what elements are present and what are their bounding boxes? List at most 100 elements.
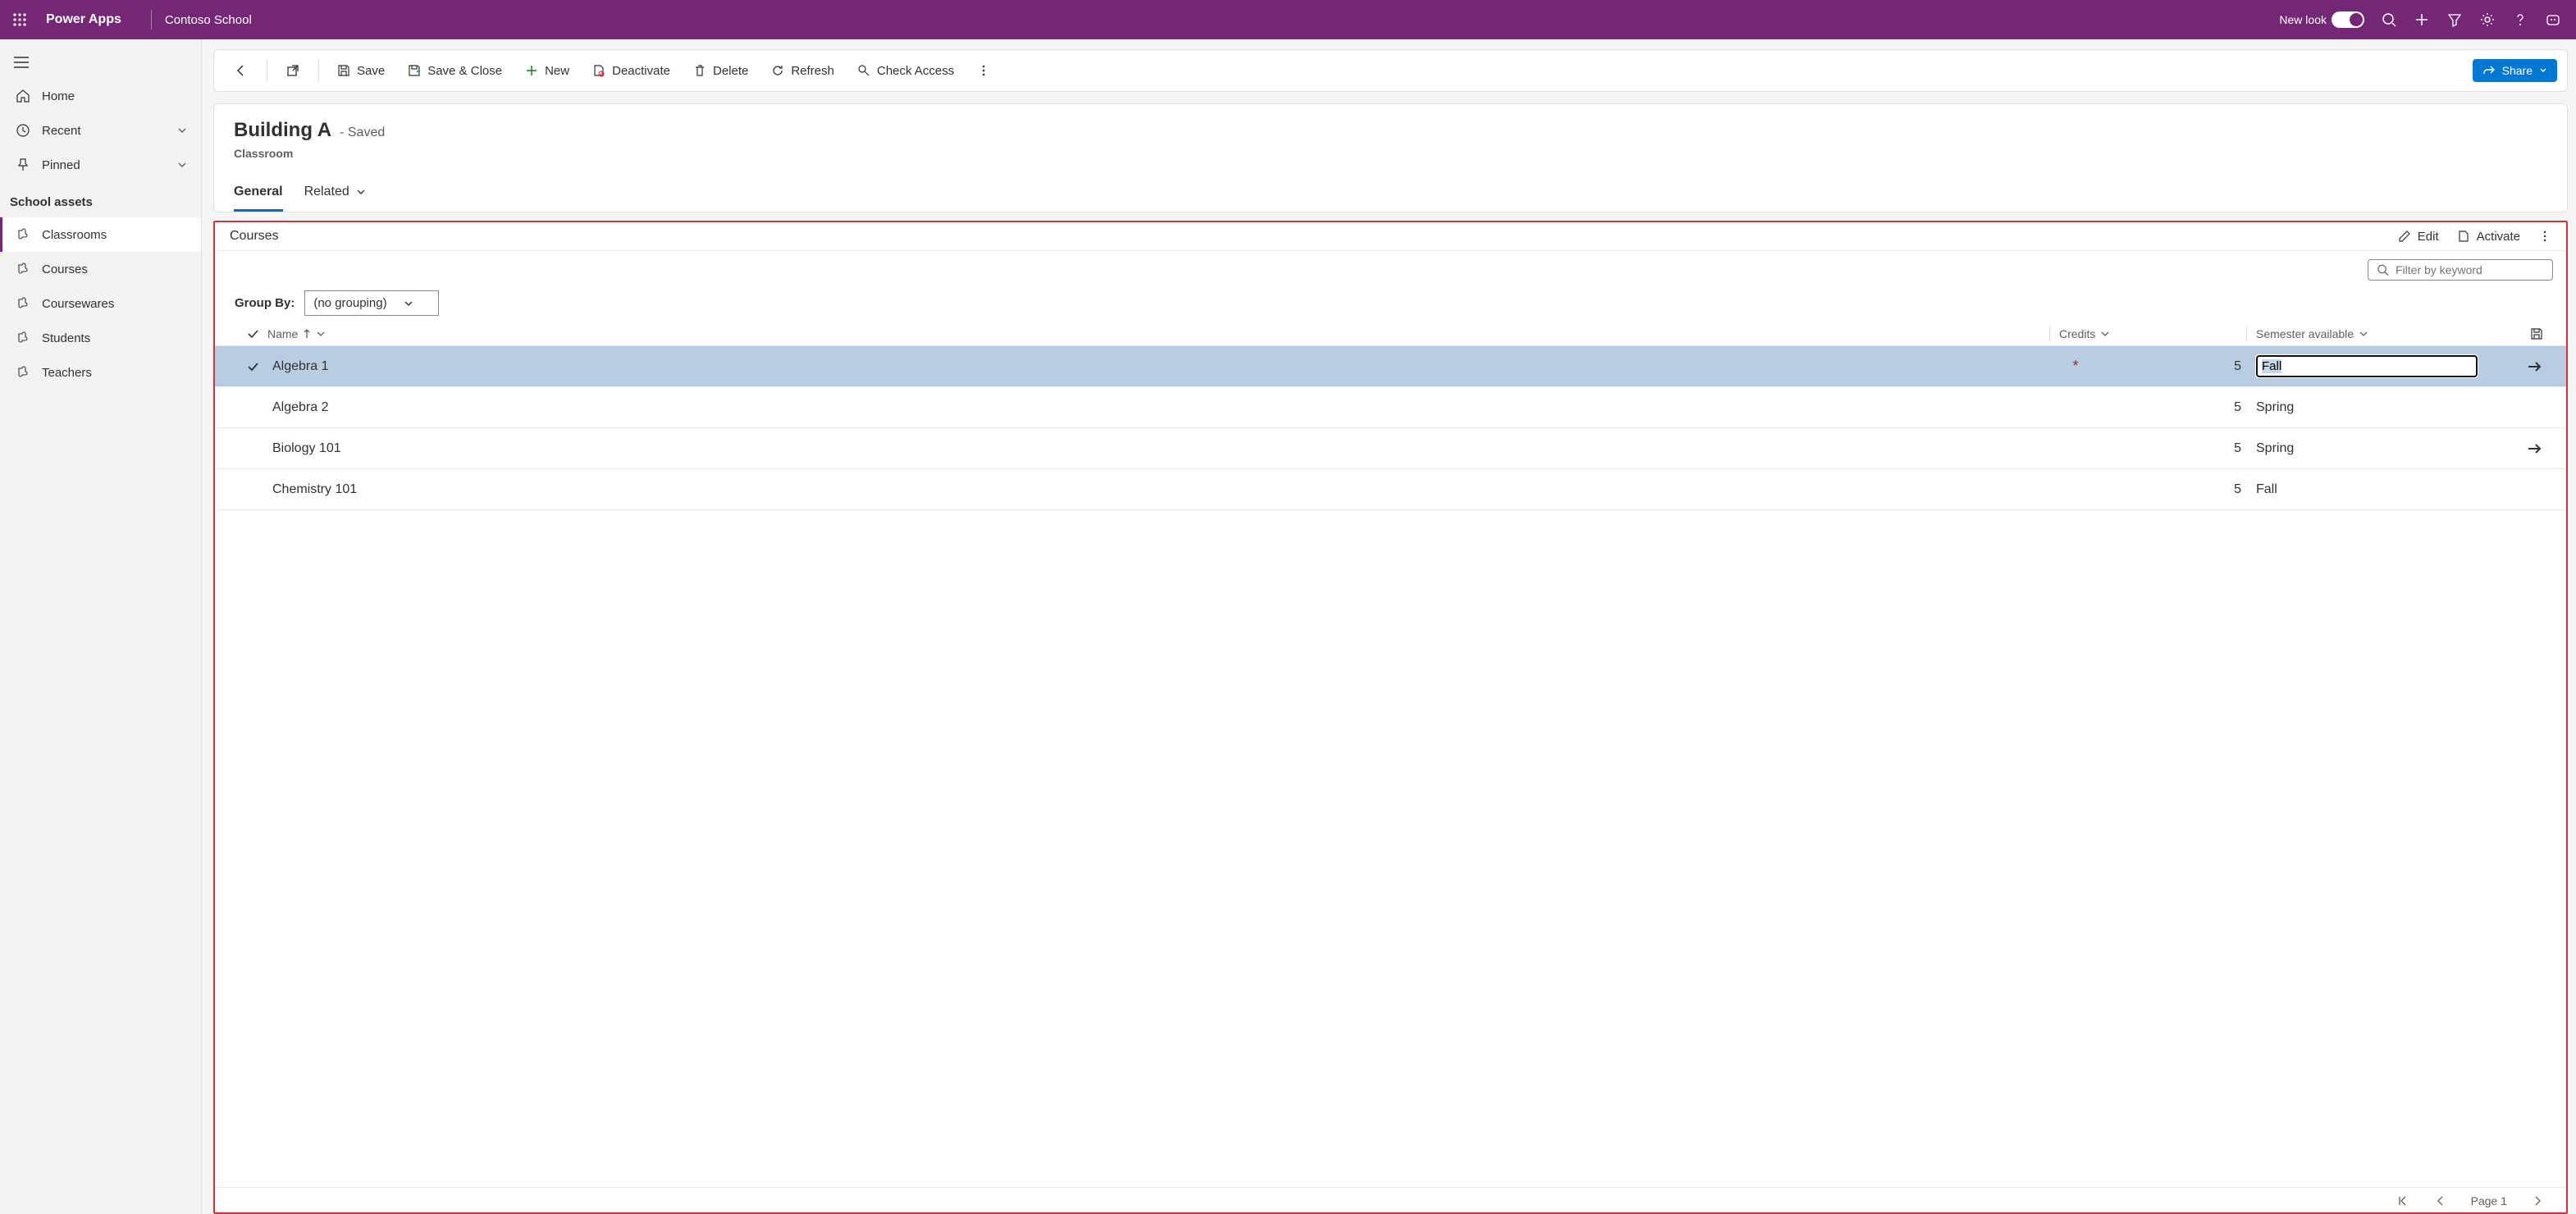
nav-classrooms-label: Classrooms (42, 228, 107, 242)
cell-semester[interactable]: Spring (2256, 400, 2502, 415)
next-page-icon[interactable] (2532, 1194, 2545, 1207)
cell-semester[interactable] (2256, 355, 2502, 377)
new-look-toggle[interactable]: New look (2271, 0, 2373, 39)
cell-credits[interactable]: 5 (2092, 482, 2256, 497)
prev-page-icon[interactable] (2433, 1194, 2446, 1207)
tab-related[interactable]: Related (304, 178, 366, 212)
subgrid-overflow-button[interactable] (2538, 230, 2551, 243)
filter-input-field[interactable] (2396, 263, 2544, 276)
cell-name[interactable]: Biology 101 (267, 441, 2059, 456)
puzzle-icon (16, 296, 30, 311)
cell-semester[interactable]: Fall (2256, 482, 2502, 497)
nav-recent[interactable]: Recent (0, 113, 201, 148)
nav-pinned-label: Pinned (42, 158, 80, 172)
sort-asc-icon (303, 329, 311, 339)
col-sem-label: Semester available (2256, 327, 2354, 340)
nav-recent-label: Recent (42, 124, 81, 138)
semester-input[interactable] (2256, 355, 2478, 377)
nav-home-label: Home (42, 89, 75, 103)
trash-icon (693, 64, 706, 77)
subgrid-title: Courses (230, 229, 279, 244)
toggle-track (2332, 11, 2364, 28)
nav-group-school-assets: School assets (0, 182, 201, 217)
command-bar: Save Save & Close New Deactivate Delete … (213, 49, 2568, 92)
column-header-semester[interactable]: Semester available (2256, 327, 2502, 340)
delete-button[interactable]: Delete (683, 59, 758, 83)
page-label: Page 1 (2471, 1194, 2507, 1207)
header-divider (151, 10, 152, 30)
groupby-dropdown[interactable]: (no grouping) (304, 290, 438, 316)
cell-credits[interactable]: 5 (2092, 359, 2256, 374)
check-access-button[interactable]: Check Access (847, 59, 964, 83)
subgrid-edit-button[interactable]: Edit (2398, 230, 2439, 244)
nav-teachers[interactable]: Teachers (0, 355, 201, 390)
table-row[interactable]: Biology 101 5Spring (215, 428, 2566, 469)
column-header-credits[interactable]: Credits (2059, 327, 2256, 340)
refresh-button[interactable]: Refresh (761, 59, 844, 83)
table-row[interactable]: Algebra 2 5Spring (215, 387, 2566, 428)
cell-credits[interactable]: 5 (2092, 400, 2256, 415)
nav-home[interactable]: Home (0, 79, 201, 113)
cell-name[interactable]: Algebra 2 (267, 400, 2059, 415)
select-all-checkbox[interactable] (238, 327, 267, 340)
more-vertical-icon (2538, 230, 2551, 243)
chevron-down-icon (356, 187, 366, 197)
deactivate-icon (592, 64, 605, 77)
pencil-icon (2398, 230, 2411, 243)
plus-icon (525, 64, 538, 77)
share-button[interactable]: Share (2473, 59, 2557, 82)
pager: Page 1 (215, 1187, 2566, 1212)
cell-credits[interactable]: 5 (2092, 441, 2256, 456)
row-navigate-button[interactable] (2502, 360, 2543, 373)
back-button[interactable] (224, 58, 258, 83)
table-row[interactable]: Algebra 1*5 (215, 346, 2566, 387)
row-checkbox[interactable] (238, 360, 267, 373)
add-icon[interactable] (2405, 0, 2438, 39)
clock-icon (16, 123, 30, 138)
delete-label: Delete (713, 64, 748, 78)
column-header-name[interactable]: Name (267, 327, 2059, 340)
app-launcher-icon[interactable] (7, 7, 33, 33)
required-marker: * (2059, 358, 2092, 375)
gear-icon[interactable] (2471, 0, 2504, 39)
help-icon[interactable] (2504, 0, 2537, 39)
document-icon (2457, 230, 2470, 243)
overflow-button[interactable] (967, 59, 1000, 82)
cell-semester[interactable]: Spring (2256, 441, 2502, 456)
hamburger-icon[interactable] (2, 46, 41, 79)
row-navigate-button[interactable] (2502, 442, 2543, 455)
new-button[interactable]: New (515, 59, 579, 83)
subgrid-activate-button[interactable]: Activate (2457, 230, 2520, 244)
chevron-down-icon (2359, 329, 2368, 339)
filter-icon[interactable] (2438, 0, 2471, 39)
save-icon[interactable] (2530, 327, 2543, 340)
first-page-icon[interactable] (2396, 1194, 2409, 1207)
nav-classrooms[interactable]: Classrooms (0, 217, 201, 252)
groupby-value: (no grouping) (313, 296, 386, 310)
chevron-down-icon (2100, 329, 2110, 339)
tab-related-label: Related (304, 185, 349, 199)
nav-students[interactable]: Students (0, 321, 201, 355)
save-icon (337, 64, 350, 77)
nav-coursewares[interactable]: Coursewares (0, 286, 201, 321)
nav-pinned[interactable]: Pinned (0, 148, 201, 182)
cell-name[interactable]: Chemistry 101 (267, 482, 2059, 497)
chevron-down-icon (2539, 66, 2547, 75)
save-close-label: Save & Close (427, 64, 502, 78)
cell-name[interactable]: Algebra 1 (267, 359, 2059, 374)
nav-students-label: Students (42, 331, 90, 345)
save-close-button[interactable]: Save & Close (398, 59, 512, 83)
assistant-icon[interactable] (2537, 0, 2569, 39)
filter-keyword-input[interactable] (2368, 259, 2553, 281)
grid-header: Name Credits Semester available (215, 322, 2566, 346)
toggle-knob (2350, 13, 2363, 26)
chevron-down-icon (176, 125, 188, 136)
save-button[interactable]: Save (327, 59, 395, 83)
table-row[interactable]: Chemistry 101 5Fall (215, 469, 2566, 510)
search-icon[interactable] (2373, 0, 2405, 39)
tab-general[interactable]: General (234, 178, 283, 212)
deactivate-button[interactable]: Deactivate (582, 59, 680, 83)
key-search-icon (857, 64, 870, 77)
nav-courses[interactable]: Courses (0, 252, 201, 286)
open-new-window-button[interactable] (276, 58, 310, 83)
